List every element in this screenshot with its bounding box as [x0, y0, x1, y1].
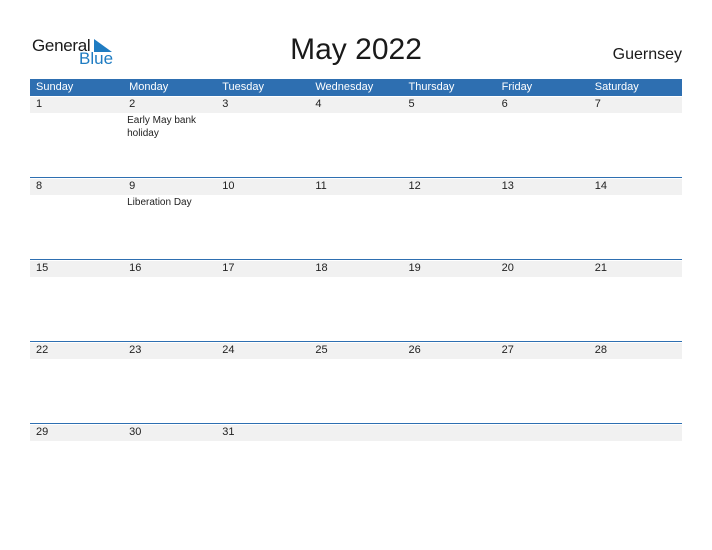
weekday-monday: Monday [129, 81, 169, 93]
day-number: 24 [222, 344, 235, 356]
day-cell: 8 [30, 178, 123, 259]
day-number: 13 [501, 180, 514, 192]
day-cell: 7 [589, 96, 682, 177]
day-number: 23 [129, 344, 142, 356]
week-row: 1 2 Early May bank holiday 3 4 5 6 7 [30, 96, 682, 177]
day-number: 11 [315, 180, 327, 192]
day-number: 18 [315, 262, 328, 274]
day-cell: 31 [216, 424, 309, 505]
day-number: 6 [501, 98, 508, 110]
day-number: 5 [408, 98, 415, 110]
day-number: 16 [129, 262, 142, 274]
day-number: 9 [129, 180, 136, 192]
country-label: Guernsey [612, 46, 682, 63]
day-number: 29 [36, 426, 49, 438]
day-cell: 1 [30, 96, 123, 177]
day-cell: 3 [216, 96, 309, 177]
day-cell: 19 [403, 260, 496, 341]
day-cell: 30 [123, 424, 216, 505]
day-number: 27 [501, 344, 514, 356]
weekday-wednesday: Wednesday [315, 81, 374, 93]
day-cell: 10 [216, 178, 309, 259]
day-cell: 29 [30, 424, 123, 505]
day-cell: 23 [123, 342, 216, 423]
day-cell: 24 [216, 342, 309, 423]
day-number: 22 [36, 344, 49, 356]
day-number: 7 [594, 98, 601, 110]
week-row: 8 9 Liberation Day 10 11 12 13 14 [30, 177, 682, 259]
day-number: 12 [408, 180, 421, 192]
weekday-friday: Friday [501, 81, 533, 93]
day-number: 14 [594, 180, 607, 192]
day-number: 3 [222, 98, 229, 110]
day-number: 20 [501, 262, 514, 274]
page-title: May 2022 [290, 33, 422, 66]
day-cell: 11 [309, 178, 402, 259]
week-row: 15 16 17 18 19 20 21 [30, 259, 682, 341]
weekday-thursday: Thursday [408, 81, 455, 93]
day-number: 28 [594, 344, 607, 356]
day-number: 30 [129, 426, 142, 438]
day-cell: 5 [403, 96, 496, 177]
day-cell: 6 [496, 96, 589, 177]
day-number: 2 [129, 98, 136, 110]
day-cell: 16 [123, 260, 216, 341]
day-number: 10 [222, 180, 235, 192]
day-cell: 26 [403, 342, 496, 423]
day-number: 15 [36, 262, 49, 274]
day-number: 4 [315, 98, 322, 110]
day-cell: 9 Liberation Day [123, 178, 216, 259]
day-cell: 13 [496, 178, 589, 259]
day-number: 31 [222, 426, 235, 438]
day-number: 1 [36, 98, 43, 110]
week-row: 29 30 31 [30, 423, 682, 505]
day-cell: 17 [216, 260, 309, 341]
day-cell: 15 [30, 260, 123, 341]
weekday-header: Sunday Monday Tuesday Wednesday Thursday Frid… [30, 79, 682, 96]
day-cell [403, 424, 496, 505]
day-cell: 4 [309, 96, 402, 177]
day-number: 21 [594, 262, 607, 274]
week-row: 22 23 24 25 26 27 28 [30, 341, 682, 423]
day-cell: 12 [403, 178, 496, 259]
holiday-label: Early May bank holiday [127, 115, 197, 139]
day-cell [309, 424, 402, 505]
day-cell: 21 [589, 260, 682, 341]
day-cell: 28 [589, 342, 682, 423]
weekday-tuesday: Tuesday [222, 81, 265, 93]
day-cell: 22 [30, 342, 123, 423]
weekday-saturday: Saturday [594, 81, 639, 93]
day-cell: 2 Early May bank holiday [123, 96, 216, 177]
day-cell: 20 [496, 260, 589, 341]
day-cell [496, 424, 589, 505]
holiday-label: Liberation Day [127, 197, 192, 208]
weekday-sunday: Sunday [36, 81, 74, 93]
day-number: 19 [408, 262, 421, 274]
day-number: 17 [222, 262, 235, 274]
day-cell [589, 424, 682, 505]
day-cell: 14 [589, 178, 682, 259]
day-cell: 25 [309, 342, 402, 423]
calendar-grid: Sunday Monday Tuesday Wednesday Thursday Frid… [30, 79, 682, 505]
day-number: 26 [408, 344, 421, 356]
day-cell: 27 [496, 342, 589, 423]
day-cell: 18 [309, 260, 402, 341]
day-number: 25 [315, 344, 328, 356]
day-number: 8 [36, 180, 43, 192]
